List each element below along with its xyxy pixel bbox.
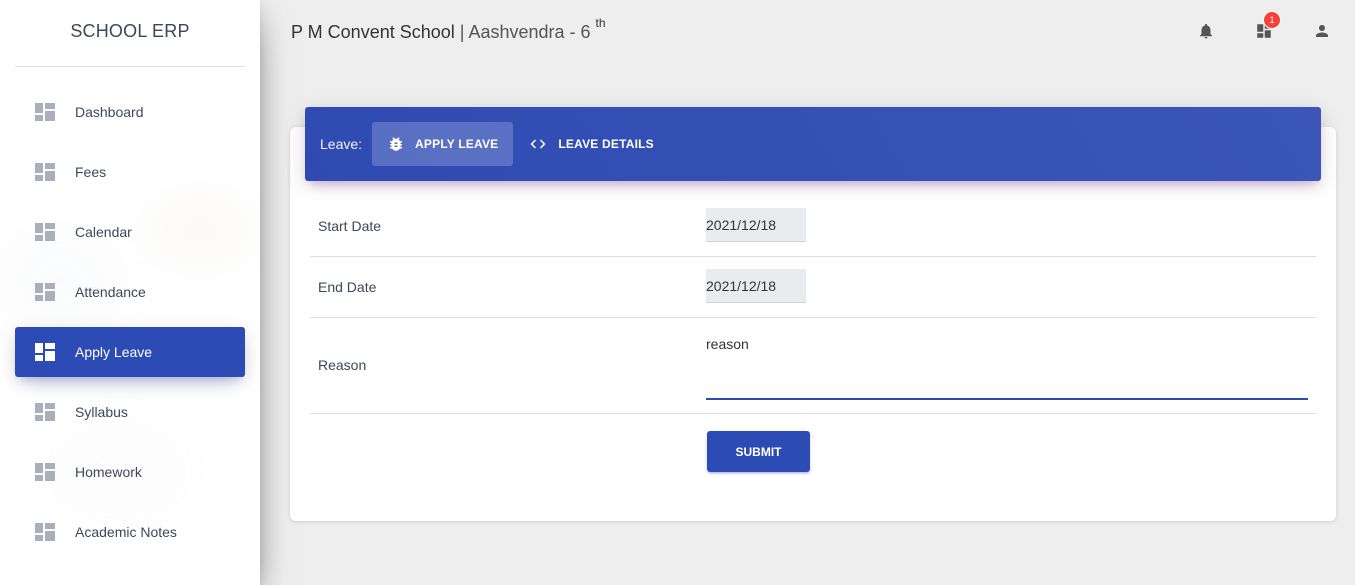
school-name: P M Convent School bbox=[291, 22, 455, 42]
reason-row: Reason bbox=[310, 318, 1316, 414]
dashboard-icon bbox=[35, 523, 55, 541]
sidebar-item-academic-notes[interactable]: Academic Notes bbox=[15, 507, 245, 557]
grade-suffix: th bbox=[595, 16, 606, 30]
tab-leave-details[interactable]: LEAVE DETAILS bbox=[513, 122, 669, 166]
sidebar-item-label: Dashboard bbox=[75, 104, 144, 120]
end-date-row: End Date 2021/12/18 bbox=[310, 257, 1316, 318]
top-navbar: P M Convent School | Aashvendra - 6 th 1 bbox=[260, 0, 1355, 70]
page-title: P M Convent School | Aashvendra - 6 th bbox=[291, 16, 606, 43]
app-logo[interactable]: SCHOOL ERP bbox=[15, 0, 245, 67]
tab-leave-details-label: LEAVE DETAILS bbox=[558, 137, 654, 151]
notification-badge: 1 bbox=[1263, 11, 1281, 29]
sidebar: SCHOOL ERP Dashboard Fees Calendar Attendan… bbox=[0, 0, 260, 585]
submit-button[interactable]: SUBMIT bbox=[707, 431, 810, 472]
tab-apply-leave-label: APPLY LEAVE bbox=[415, 137, 499, 151]
end-date-label: End Date bbox=[318, 279, 377, 295]
sidebar-item-label: Homework bbox=[75, 464, 142, 480]
code-icon bbox=[528, 135, 548, 153]
sidebar-item-label: Attendance bbox=[75, 284, 146, 300]
dashboard-icon bbox=[35, 223, 55, 241]
sidebar-item-label: Apply Leave bbox=[75, 344, 153, 360]
dashboard-icon bbox=[35, 403, 55, 421]
dashboard-icon[interactable]: 1 bbox=[1255, 11, 1281, 42]
sidebar-item-label: Syllabus bbox=[75, 404, 128, 420]
sidebar-item-label: Calendar bbox=[75, 224, 132, 240]
sidebar-item-calendar[interactable]: Calendar bbox=[15, 207, 245, 257]
dashboard-icon bbox=[35, 343, 55, 361]
sidebar-item-label: Academic Notes bbox=[75, 524, 177, 540]
student-info: Aashvendra - 6 bbox=[468, 22, 596, 42]
sidebar-nav: Dashboard Fees Calendar Attendance Apply Lea… bbox=[0, 87, 260, 557]
leave-tabs-header: Leave: APPLY LEAVE LEAVE DETAILS bbox=[305, 107, 1321, 181]
bug-icon bbox=[387, 135, 405, 153]
sidebar-item-attendance[interactable]: Attendance bbox=[15, 267, 245, 317]
start-date-label: Start Date bbox=[318, 218, 382, 234]
start-date-row: Start Date 2021/12/18 bbox=[310, 196, 1316, 257]
dashboard-icon bbox=[35, 463, 55, 481]
top-icons: 1 bbox=[1197, 11, 1331, 42]
start-date-input[interactable]: 2021/12/18 bbox=[706, 208, 806, 242]
tabs-title: Leave: bbox=[320, 136, 363, 152]
bell-icon[interactable] bbox=[1197, 20, 1215, 42]
sidebar-item-fees[interactable]: Fees bbox=[15, 147, 245, 197]
reason-label: Reason bbox=[318, 357, 367, 373]
reason-input[interactable] bbox=[706, 336, 1308, 400]
sidebar-item-syllabus[interactable]: Syllabus bbox=[15, 387, 245, 437]
sidebar-item-dashboard[interactable]: Dashboard bbox=[15, 87, 245, 137]
dashboard-icon bbox=[35, 283, 55, 301]
sidebar-item-apply-leave[interactable]: Apply Leave bbox=[15, 327, 245, 377]
sidebar-item-label: Fees bbox=[75, 164, 107, 180]
person-icon[interactable] bbox=[1313, 20, 1331, 42]
dashboard-icon bbox=[35, 163, 55, 181]
separator: | bbox=[454, 22, 469, 42]
sidebar-item-homework[interactable]: Homework bbox=[15, 447, 245, 497]
tab-apply-leave[interactable]: APPLY LEAVE bbox=[372, 122, 514, 166]
end-date-input[interactable]: 2021/12/18 bbox=[706, 269, 806, 303]
dashboard-icon bbox=[35, 103, 55, 121]
